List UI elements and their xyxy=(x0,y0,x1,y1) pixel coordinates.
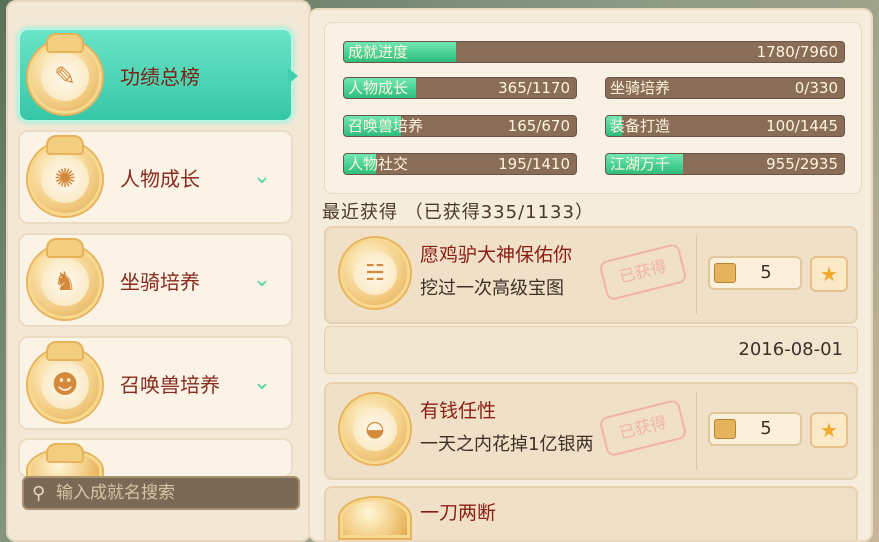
chevron-down-icon[interactable]: ⌄ xyxy=(247,372,277,394)
scroll-icon: ✎ xyxy=(28,40,102,114)
achievement-desc: 一天之内花掉1亿银两 xyxy=(420,434,594,455)
treasure-map-icon: ☵ xyxy=(340,238,410,308)
search-input[interactable] xyxy=(56,483,298,503)
bar-label: 人物社交 xyxy=(348,155,409,173)
recent-heading: 最近获得 （已获得335/1133） xyxy=(322,202,594,223)
category-item-overall[interactable]: ✎ 功绩总榜 xyxy=(18,28,293,122)
category-item-summon[interactable]: ☻ 召唤兽培养 ⌄ xyxy=(18,336,293,430)
bar-value: 100/1445 xyxy=(766,117,838,135)
chevron-down-icon[interactable]: ⌄ xyxy=(247,269,277,291)
cat-icon: ☻ xyxy=(28,348,102,422)
chevron-down-icon[interactable]: ⌄ xyxy=(247,166,277,188)
progress-bar-mount: 坐骑培养 0/330 xyxy=(605,77,845,99)
category-panel: ✎ 功绩总榜 ✺ 人物成长 ⌄ ♞ 坐骑培养 ⌄ ☻ 召唤兽培养 ⌄ ⚲ xyxy=(6,0,311,542)
bar-value: 0/330 xyxy=(794,79,838,97)
bar-value: 1780/7960 xyxy=(756,43,838,61)
active-indicator-arrow xyxy=(288,68,298,84)
achievement-panel: 成就进度 1780/7960 人物成长 365/1170 坐骑培养 0/330 … xyxy=(308,8,873,542)
progress-bar-character: 人物成长 365/1170 xyxy=(343,77,577,99)
category-item-mount[interactable]: ♞ 坐骑培养 ⌄ xyxy=(18,233,293,327)
date-divider: 2016-08-01 xyxy=(324,326,858,374)
category-item-character-growth[interactable]: ✺ 人物成长 ⌄ xyxy=(18,130,293,224)
reward-value: 5 xyxy=(760,418,772,439)
achievement-card[interactable]: ☵ 愿鸡驴大神保佑你 挖过一次高级宝图 已获得 5 ★ xyxy=(324,226,858,324)
achievement-card-partial[interactable]: 一刀两断 xyxy=(324,486,858,540)
divider xyxy=(696,392,697,470)
bar-label: 成就进度 xyxy=(348,43,409,61)
share-star-icon[interactable]: ★ xyxy=(810,412,848,448)
bar-value: 955/2935 xyxy=(766,155,838,173)
achievement-date: 2016-08-01 xyxy=(738,339,843,360)
share-star-icon[interactable]: ★ xyxy=(810,256,848,292)
progress-bar-social: 人物社交 195/1410 xyxy=(343,153,577,175)
achievement-name: 有钱任性 xyxy=(420,400,497,422)
achievement-name: 一刀两断 xyxy=(420,502,497,524)
search-bar[interactable]: ⚲ xyxy=(22,476,300,510)
progress-bar-summon: 召唤兽培养 165/670 xyxy=(343,115,577,137)
bar-label: 装备打造 xyxy=(610,117,671,135)
flame-icon: ✺ xyxy=(28,142,102,216)
progress-bar-jianghu: 江湖万千 955/2935 xyxy=(605,153,845,175)
horse-icon: ♞ xyxy=(28,245,102,319)
category-item-partial[interactable] xyxy=(18,438,293,490)
reward-points: 5 xyxy=(708,256,802,290)
medal-icon xyxy=(340,498,410,538)
progress-summary: 成就进度 1780/7960 人物成长 365/1170 坐骑培养 0/330 … xyxy=(324,22,862,194)
achievement-name: 愿鸡驴大神保佑你 xyxy=(420,244,573,266)
gold-ingot-icon: ◒ xyxy=(340,394,410,464)
reward-points: 5 xyxy=(708,412,802,446)
bar-label: 江湖万千 xyxy=(610,155,671,173)
bar-label: 召唤兽培养 xyxy=(348,117,424,135)
total-progress-bar: 成就进度 1780/7960 xyxy=(343,41,845,63)
progress-bar-equipment: 装备打造 100/1445 xyxy=(605,115,845,137)
category-label: 功绩总榜 xyxy=(120,64,200,89)
bar-value: 195/1410 xyxy=(498,155,570,173)
search-icon: ⚲ xyxy=(32,482,46,504)
bar-value: 165/670 xyxy=(507,117,570,135)
achievement-card[interactable]: ◒ 有钱任性 一天之内花掉1亿银两 已获得 5 ★ xyxy=(324,382,858,480)
obtained-stamp: 已获得 xyxy=(598,242,688,302)
reward-value: 5 xyxy=(760,262,772,283)
bar-label: 人物成长 xyxy=(348,79,409,97)
bar-label: 坐骑培养 xyxy=(610,79,671,97)
achievement-desc: 挖过一次高级宝图 xyxy=(420,278,564,299)
divider xyxy=(696,236,697,314)
bar-value: 365/1170 xyxy=(498,79,570,97)
obtained-stamp: 已获得 xyxy=(598,398,688,458)
